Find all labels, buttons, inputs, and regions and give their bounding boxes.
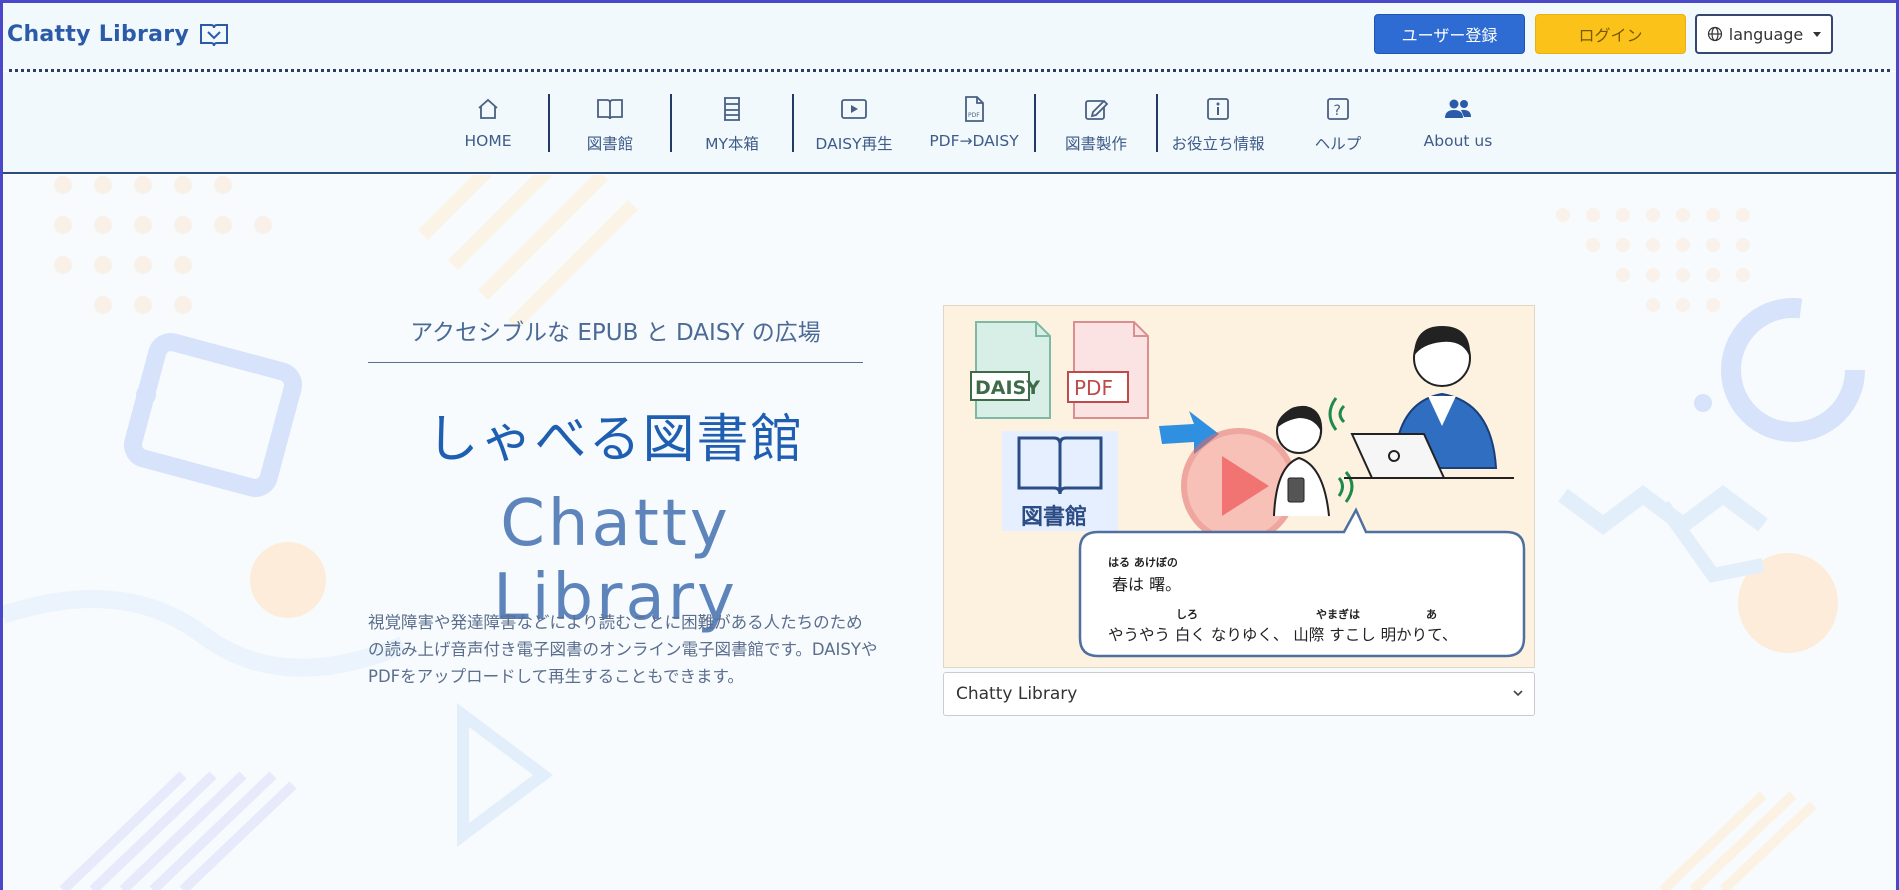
nav-library-label: 図書館 xyxy=(586,135,634,153)
ruby-line-1: はる あけぼの xyxy=(1108,556,1178,569)
caret-down-icon xyxy=(1813,31,1822,37)
nav-useful-info[interactable]: お役立ち情報 xyxy=(1158,94,1278,154)
edit-icon xyxy=(1081,94,1111,124)
hero-subtitle: アクセシブルな EPUB と DAISY の広場 xyxy=(410,320,821,346)
pdf-file-label: PDF xyxy=(1074,376,1113,400)
nav-useful-info-label: お役立ち情報 xyxy=(1171,135,1265,153)
bubble-line-1: 春は 曙。 xyxy=(1112,575,1181,594)
nav-book-production[interactable]: 図書製作 xyxy=(1036,94,1156,154)
nav-my-bookshelf-label: MY本箱 xyxy=(705,135,759,153)
svg-text:?: ? xyxy=(1334,103,1341,119)
language-label: language xyxy=(1728,24,1804,44)
nav-about-us-label: About us xyxy=(1423,132,1493,150)
site-logo[interactable]: Chatty Library xyxy=(7,21,229,47)
login-button[interactable]: ログイン xyxy=(1535,14,1686,54)
nav-help[interactable]: ? ヘルプ xyxy=(1278,94,1398,154)
nav-my-bookshelf[interactable]: MY本箱 xyxy=(672,94,792,154)
illustration-graphic: DAISY PDF 図書館 はる あけぼの 春は 曙。 しろ やまぎは あ やう… xyxy=(970,321,1526,658)
play-icon xyxy=(839,94,869,124)
ruby-line-2c: あ xyxy=(1426,608,1437,621)
nav-library[interactable]: 図書館 xyxy=(550,94,670,154)
book-icon xyxy=(595,94,625,124)
info-icon xyxy=(1203,94,1233,124)
pdf-file-icon: PDF xyxy=(959,94,989,124)
home-icon xyxy=(473,94,503,124)
nav-daisy-play-label: DAISY再生 xyxy=(815,135,893,153)
hero-illustration: DAISY PDF 図書館 はる あけぼの 春は 曙。 しろ やまぎは あ やう… xyxy=(943,305,1535,668)
nav-help-label: ヘルプ xyxy=(1314,135,1362,153)
hero-description: 視覚障害や発達障害などにより読むことに困難がある人たちのための読み上げ音声付き電… xyxy=(368,613,878,686)
logo-text: Chatty Library xyxy=(7,21,190,47)
top-header: Chatty Library ユーザー登録 ログイン language xyxy=(3,3,1896,72)
library-select-value: Chatty Library xyxy=(956,684,1078,704)
hero-title-jp: しゃべる図書館 xyxy=(426,410,805,470)
nav-pdf-to-daisy-label: PDF→DAISY xyxy=(929,132,1019,150)
bookshelf-icon xyxy=(717,94,747,124)
language-dropdown[interactable]: language xyxy=(1695,14,1833,54)
globe-icon xyxy=(1707,26,1722,42)
users-icon xyxy=(1443,94,1473,124)
nav-daisy-play[interactable]: DAISY再生 xyxy=(794,94,914,154)
library-select[interactable]: Chatty Library xyxy=(943,672,1535,716)
nav-about-us[interactable]: About us xyxy=(1398,94,1518,150)
chevron-down-icon xyxy=(1513,690,1523,697)
hero-section: アクセシブルな EPUB と DAISY の広場 しゃべる図書館 Chatty … xyxy=(3,175,1896,890)
open-book-icon xyxy=(200,24,229,47)
nav-pdf-to-daisy[interactable]: PDF PDF→DAISY xyxy=(914,94,1034,150)
ruby-line-2b: やまぎは xyxy=(1316,607,1360,621)
bubble-line-2: やうやう 白く なりゆく、 山際 すこし 明かりて、 xyxy=(1108,626,1457,644)
main-nav: HOME 図書館 MY本箱 DAISY再生 PDF PDF→DAISY 図書製作… xyxy=(428,94,1518,154)
main-nav-bar: HOME 図書館 MY本箱 DAISY再生 PDF PDF→DAISY 図書製作… xyxy=(3,72,1896,174)
help-icon: ? xyxy=(1323,94,1353,124)
register-button[interactable]: ユーザー登録 xyxy=(1374,14,1525,54)
nav-book-production-label: 図書製作 xyxy=(1064,135,1127,153)
nav-home[interactable]: HOME xyxy=(428,94,548,150)
library-label: 図書館 xyxy=(1021,504,1087,530)
nav-home-label: HOME xyxy=(464,132,512,150)
ruby-line-2a: しろ xyxy=(1176,608,1198,621)
daisy-file-label: DAISY xyxy=(975,377,1040,399)
subtitle-divider xyxy=(368,362,863,363)
svg-text:PDF: PDF xyxy=(968,112,980,119)
